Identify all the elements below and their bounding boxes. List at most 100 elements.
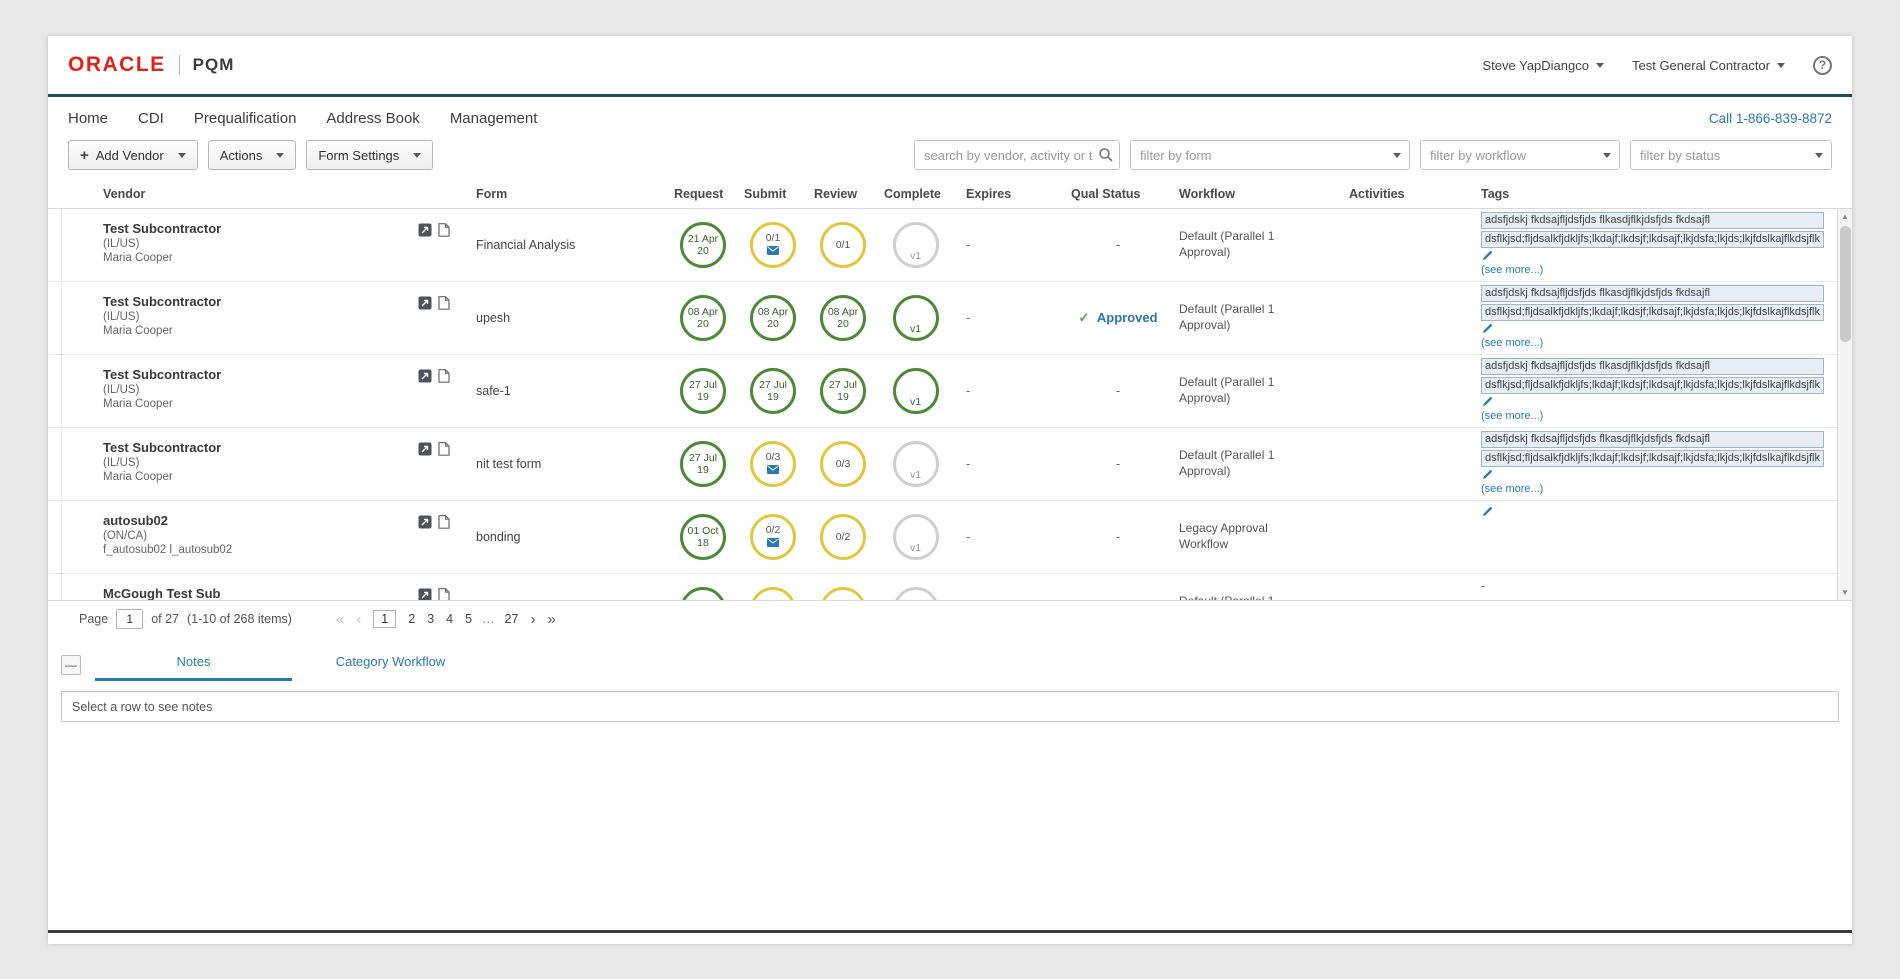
request-status-circle[interactable]: 31 Aug 18 <box>680 587 726 601</box>
nav-management[interactable]: Management <box>450 110 538 127</box>
page-number-3[interactable]: 3 <box>427 612 434 626</box>
report-icon[interactable] <box>418 296 432 315</box>
complete-status-circle[interactable]: v1 <box>893 514 939 560</box>
review-status-circle[interactable]: 0/3 <box>820 441 866 487</box>
nav-cdi[interactable]: CDI <box>138 110 164 127</box>
document-icon[interactable] <box>438 223 450 242</box>
user-menu[interactable]: Steve YapDiangco <box>1483 58 1604 73</box>
report-icon[interactable] <box>418 369 432 388</box>
filter-by-workflow-dropdown[interactable]: filter by workflow <box>1420 140 1620 170</box>
expires-cell: - <box>953 457 1063 471</box>
review-status-circle[interactable]: 08 Apr 20 <box>820 295 866 341</box>
complete-status-circle[interactable]: v1 <box>893 368 939 414</box>
actions-button[interactable]: Actions <box>208 140 297 170</box>
submit-status-circle[interactable]: 0/3 <box>750 441 796 487</box>
table-row[interactable]: Test Subcontractor (IL/US) Maria Cooper … <box>48 428 1852 501</box>
report-icon[interactable] <box>418 223 432 242</box>
scroll-down-icon[interactable]: ▼ <box>1838 585 1852 600</box>
page-number-5[interactable]: 5 <box>465 612 472 626</box>
see-more-link[interactable]: (see more...) <box>1481 337 1543 349</box>
first-page-icon[interactable]: « <box>336 611 344 628</box>
nav-address-book[interactable]: Address Book <box>326 110 419 127</box>
page-number-27[interactable]: 27 <box>505 612 519 626</box>
page-number-1[interactable]: 1 <box>373 610 396 628</box>
table-row[interactable]: Test Subcontractor (IL/US) Maria Cooper … <box>48 209 1852 282</box>
column-form: Form <box>468 187 668 201</box>
submit-status-circle[interactable]: 0/3 <box>750 587 796 601</box>
vertical-scrollbar[interactable]: ▲ ▼ <box>1837 209 1852 600</box>
add-vendor-button[interactable]: + Add Vendor <box>68 140 198 170</box>
vendor-name[interactable]: autosub02 <box>103 513 232 528</box>
page-number-2[interactable]: 2 <box>408 612 415 626</box>
tag-chip: dsflkjsd;fljdsalkfjdkljfs;lkdajf;lkdsjf;… <box>1481 377 1824 394</box>
report-icon[interactable] <box>418 515 432 534</box>
page-input[interactable] <box>116 609 143 629</box>
chevron-down-icon <box>1777 63 1785 68</box>
document-icon[interactable] <box>438 442 450 461</box>
tab-notes[interactable]: Notes <box>95 654 292 681</box>
complete-status-circle[interactable]: v1 <box>893 587 939 601</box>
org-menu[interactable]: Test General Contractor <box>1632 58 1785 73</box>
see-more-link[interactable]: (see more...) <box>1481 264 1543 276</box>
review-status-cell: 0/1 <box>808 222 878 268</box>
document-icon[interactable] <box>438 588 450 601</box>
edit-tags-icon[interactable] <box>1482 469 1493 481</box>
vendor-name[interactable]: Test Subcontractor <box>103 294 221 309</box>
filter-by-form-dropdown[interactable]: filter by form <box>1130 140 1410 170</box>
vendor-name[interactable]: Test Subcontractor <box>103 440 221 455</box>
complete-status-circle[interactable]: v1 <box>893 441 939 487</box>
last-page-icon[interactable]: » <box>547 611 555 628</box>
vendor-name[interactable]: Test Subcontractor <box>103 367 221 382</box>
vendor-name[interactable]: McGough Test Sub <box>103 586 220 601</box>
tab-category-workflow[interactable]: Category Workflow <box>292 654 489 681</box>
review-status-cell: 27 Jul 19 <box>808 368 878 414</box>
submit-status-circle[interactable]: 0/1 <box>750 222 796 268</box>
submit-status-circle[interactable]: 27 Jul 19 <box>750 368 796 414</box>
complete-status-cell: v1 <box>878 222 953 268</box>
review-status-circle[interactable]: 27 Jul 19 <box>820 368 866 414</box>
document-icon[interactable] <box>438 515 450 534</box>
request-status-circle[interactable]: 08 Apr 20 <box>680 295 726 341</box>
review-status-circle[interactable]: 0/1 <box>820 222 866 268</box>
edit-tags-icon[interactable] <box>1482 323 1493 335</box>
scroll-up-icon[interactable]: ▲ <box>1838 209 1852 224</box>
table-row[interactable]: McGough Test Sub (MN/US) test-31-8 31 Au… <box>48 574 1852 601</box>
document-icon[interactable] <box>438 369 450 388</box>
search-input[interactable] <box>914 140 1120 170</box>
qual-status-cell: ✓ - <box>1063 384 1173 398</box>
help-icon[interactable]: ? <box>1813 56 1832 75</box>
form-settings-button[interactable]: Form Settings <box>306 140 433 170</box>
prev-page-icon[interactable]: ‹ <box>356 611 361 628</box>
request-status-circle[interactable]: 27 Jul 19 <box>680 368 726 414</box>
scrollbar-thumb[interactable] <box>1840 226 1851 342</box>
complete-status-cell: v1 <box>878 587 953 601</box>
review-status-circle[interactable]: 0/3 <box>820 587 866 601</box>
table-row[interactable]: Test Subcontractor (IL/US) Maria Cooper … <box>48 282 1852 355</box>
table-row[interactable]: Test Subcontractor (IL/US) Maria Cooper … <box>48 355 1852 428</box>
nav-prequalification[interactable]: Prequalification <box>194 110 297 127</box>
submit-status-circle[interactable]: 0/2 <box>750 514 796 560</box>
report-icon[interactable] <box>418 442 432 461</box>
request-status-circle[interactable]: 01 Oct 18 <box>680 514 726 560</box>
review-status-circle[interactable]: 0/2 <box>820 514 866 560</box>
report-icon[interactable] <box>418 588 432 601</box>
edit-tags-icon[interactable] <box>1482 506 1493 518</box>
filter-by-status-dropdown[interactable]: filter by status <box>1630 140 1832 170</box>
call-link[interactable]: Call 1-866-839-8872 <box>1709 111 1832 126</box>
request-status-circle[interactable]: 21 Apr 20 <box>680 222 726 268</box>
edit-tags-icon[interactable] <box>1482 250 1493 262</box>
next-page-icon[interactable]: › <box>530 611 535 628</box>
document-icon[interactable] <box>438 296 450 315</box>
complete-status-circle[interactable]: v1 <box>893 222 939 268</box>
vendor-name[interactable]: Test Subcontractor <box>103 221 221 236</box>
edit-tags-icon[interactable] <box>1482 396 1493 408</box>
see-more-link[interactable]: (see more...) <box>1481 483 1543 495</box>
collapse-panel-button[interactable]: — <box>61 655 81 675</box>
submit-status-circle[interactable]: 08 Apr 20 <box>750 295 796 341</box>
see-more-link[interactable]: (see more...) <box>1481 410 1543 422</box>
request-status-circle[interactable]: 27 Jul 19 <box>680 441 726 487</box>
page-number-4[interactable]: 4 <box>446 612 453 626</box>
complete-status-circle[interactable]: v1 <box>893 295 939 341</box>
nav-home[interactable]: Home <box>68 110 108 127</box>
table-row[interactable]: autosub02 (ON/CA) f_autosub02 l_autosub0… <box>48 501 1852 574</box>
